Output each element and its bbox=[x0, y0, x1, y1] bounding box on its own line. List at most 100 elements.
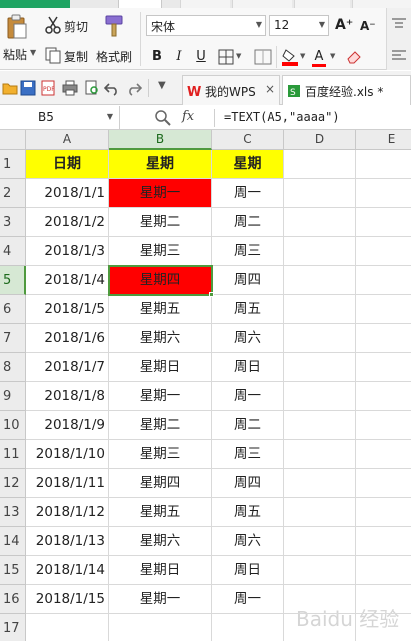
doc-tab-my-wps[interactable]: W 我的WPS × bbox=[182, 75, 280, 105]
cell-c2[interactable]: 周一 bbox=[212, 179, 284, 208]
align-top-icon[interactable] bbox=[392, 18, 406, 30]
select-all-corner[interactable] bbox=[0, 130, 26, 150]
cell-e12[interactable] bbox=[356, 469, 411, 498]
row-header-2[interactable]: 2 bbox=[0, 179, 26, 208]
cell-b13[interactable]: 星期五 bbox=[109, 498, 212, 527]
print-preview-icon[interactable] bbox=[84, 80, 100, 96]
tab-home[interactable] bbox=[118, 0, 162, 8]
cell-e5[interactable] bbox=[356, 266, 411, 295]
cell-a1[interactable]: 日期 bbox=[26, 150, 109, 179]
cell-d16[interactable] bbox=[284, 585, 356, 614]
undo-icon[interactable] bbox=[104, 80, 120, 96]
doc-tab-baidu-jingyan[interactable]: S 百度经验.xls * bbox=[282, 75, 411, 105]
cell-e6[interactable] bbox=[356, 295, 411, 324]
cell-b15[interactable]: 星期日 bbox=[109, 556, 212, 585]
save-icon[interactable] bbox=[20, 80, 36, 96]
cell-b3[interactable]: 星期二 bbox=[109, 208, 212, 237]
tab-formulas[interactable] bbox=[294, 0, 350, 8]
cell-b5[interactable]: 星期四 bbox=[109, 266, 212, 295]
cell-e7[interactable] bbox=[356, 324, 411, 353]
cell-d9[interactable] bbox=[284, 382, 356, 411]
cell-b4[interactable]: 星期三 bbox=[109, 237, 212, 266]
bold-button[interactable]: B bbox=[148, 48, 166, 66]
cell-a2[interactable]: 2018/1/1 bbox=[26, 179, 109, 208]
eraser-icon[interactable] bbox=[346, 49, 362, 65]
formula-input[interactable]: =TEXT(A5,"aaaa") bbox=[224, 110, 340, 124]
cell-d12[interactable] bbox=[284, 469, 356, 498]
cell-c1[interactable]: 星期 bbox=[212, 150, 284, 179]
cell-c17[interactable] bbox=[212, 614, 284, 641]
cell-d8[interactable] bbox=[284, 353, 356, 382]
cell-c3[interactable]: 周二 bbox=[212, 208, 284, 237]
wps-menu-tab[interactable] bbox=[0, 0, 70, 8]
cell-d6[interactable] bbox=[284, 295, 356, 324]
cell-b14[interactable]: 星期六 bbox=[109, 527, 212, 556]
cell-e1[interactable] bbox=[356, 150, 411, 179]
cell-c14[interactable]: 周六 bbox=[212, 527, 284, 556]
cell-e13[interactable] bbox=[356, 498, 411, 527]
tab-insert[interactable] bbox=[180, 0, 230, 8]
column-header-a[interactable]: A bbox=[26, 130, 109, 150]
redo-icon[interactable] bbox=[126, 80, 142, 96]
cell-a10[interactable]: 2018/1/9 bbox=[26, 411, 109, 440]
cut-button[interactable]: 剪切 bbox=[64, 18, 88, 35]
row-header-7[interactable]: 7 bbox=[0, 324, 26, 353]
cell-d5[interactable] bbox=[284, 266, 356, 295]
row-header-11[interactable]: 11 bbox=[0, 440, 26, 469]
cell-c8[interactable]: 周日 bbox=[212, 353, 284, 382]
fill-handle[interactable] bbox=[209, 292, 214, 297]
cell-c4[interactable]: 周三 bbox=[212, 237, 284, 266]
name-box[interactable]: B5 ▼ bbox=[0, 106, 120, 130]
row-header-5[interactable]: 5 bbox=[0, 266, 26, 295]
customize-dropdown-icon[interactable]: ▼ bbox=[158, 80, 166, 91]
cell-b17[interactable] bbox=[109, 614, 212, 641]
cell-a5[interactable]: 2018/1/4 bbox=[26, 266, 109, 295]
cell-a6[interactable]: 2018/1/5 bbox=[26, 295, 109, 324]
cell-c10[interactable]: 周二 bbox=[212, 411, 284, 440]
cell-a11[interactable]: 2018/1/10 bbox=[26, 440, 109, 469]
cell-a4[interactable]: 2018/1/3 bbox=[26, 237, 109, 266]
shrink-font-button[interactable]: A⁻ bbox=[360, 19, 376, 33]
cell-e17[interactable] bbox=[356, 614, 411, 641]
close-icon[interactable]: × bbox=[265, 82, 275, 96]
cell-a7[interactable]: 2018/1/6 bbox=[26, 324, 109, 353]
print-icon[interactable] bbox=[62, 80, 78, 96]
cell-d13[interactable] bbox=[284, 498, 356, 527]
row-header-13[interactable]: 13 bbox=[0, 498, 26, 527]
cell-d4[interactable] bbox=[284, 237, 356, 266]
format-painter-button[interactable]: 格式刷 bbox=[96, 48, 132, 65]
cell-c13[interactable]: 周五 bbox=[212, 498, 284, 527]
paste-icon[interactable] bbox=[6, 14, 28, 40]
chevron-down-icon[interactable]: ▼ bbox=[30, 48, 36, 57]
chevron-down-icon[interactable]: ▼ bbox=[107, 112, 113, 121]
grow-font-button[interactable]: A⁺ bbox=[335, 17, 353, 33]
open-folder-icon[interactable] bbox=[2, 80, 18, 96]
cell-e3[interactable] bbox=[356, 208, 411, 237]
cell-e2[interactable] bbox=[356, 179, 411, 208]
cell-e10[interactable] bbox=[356, 411, 411, 440]
cell-d11[interactable] bbox=[284, 440, 356, 469]
row-header-1[interactable]: 1 bbox=[0, 150, 26, 179]
cell-a14[interactable]: 2018/1/13 bbox=[26, 527, 109, 556]
cell-e14[interactable] bbox=[356, 527, 411, 556]
copy-icon[interactable] bbox=[44, 46, 62, 64]
row-header-6[interactable]: 6 bbox=[0, 295, 26, 324]
cell-b11[interactable]: 星期三 bbox=[109, 440, 212, 469]
cell-e9[interactable] bbox=[356, 382, 411, 411]
font-name-select[interactable]: 宋体 ▼ bbox=[146, 15, 266, 36]
cell-b10[interactable]: 星期二 bbox=[109, 411, 212, 440]
cell-d14[interactable] bbox=[284, 527, 356, 556]
tab-data[interactable] bbox=[352, 0, 411, 8]
column-header-e[interactable]: E bbox=[356, 130, 411, 150]
cell-a3[interactable]: 2018/1/2 bbox=[26, 208, 109, 237]
cell-d7[interactable] bbox=[284, 324, 356, 353]
merge-cells-icon[interactable] bbox=[254, 49, 272, 65]
row-header-15[interactable]: 15 bbox=[0, 556, 26, 585]
cell-a13[interactable]: 2018/1/12 bbox=[26, 498, 109, 527]
chevron-down-icon[interactable]: ▼ bbox=[236, 52, 241, 60]
chevron-down-icon[interactable]: ▼ bbox=[330, 52, 335, 60]
copy-button[interactable]: 复制 bbox=[64, 48, 88, 65]
cell-a9[interactable]: 2018/1/8 bbox=[26, 382, 109, 411]
row-header-17[interactable]: 17 bbox=[0, 614, 26, 641]
cell-d17[interactable] bbox=[284, 614, 356, 641]
